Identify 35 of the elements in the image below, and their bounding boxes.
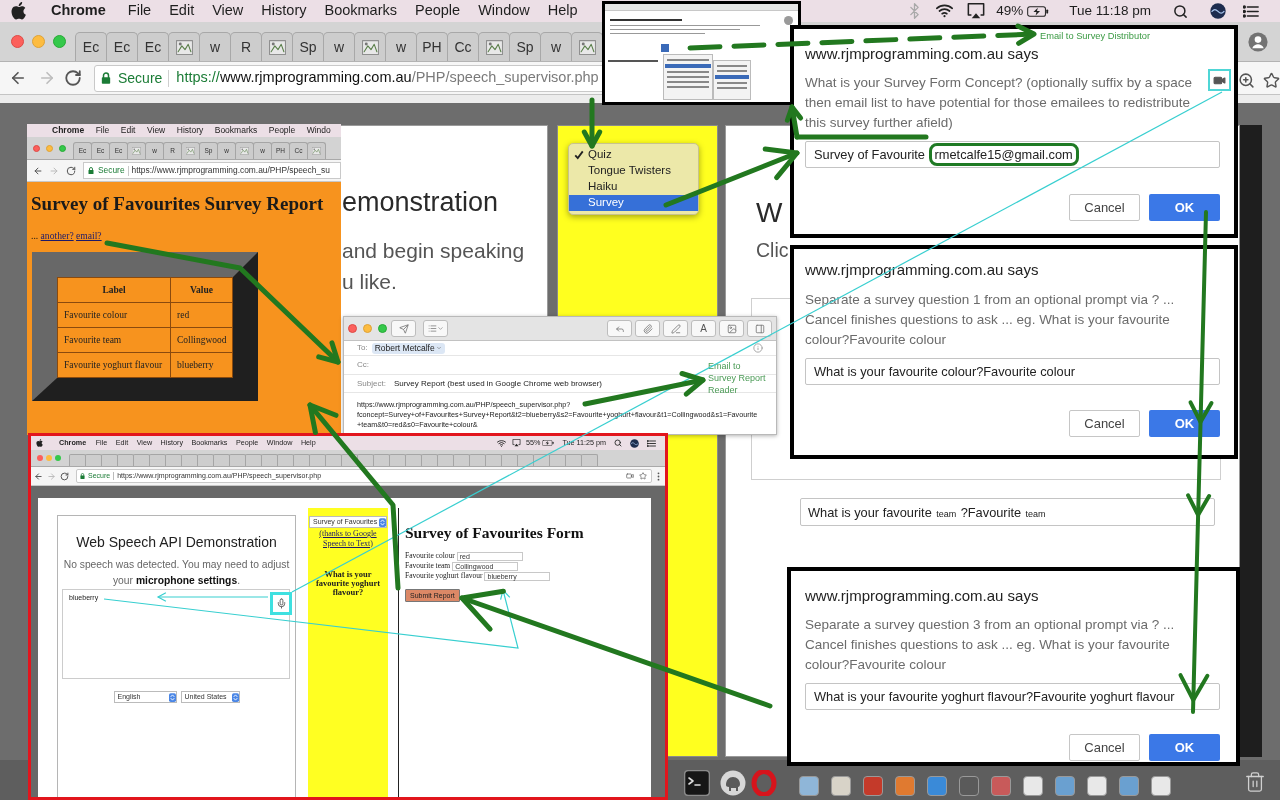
panel-text: Clic: [755, 238, 789, 262]
question-text: What is your favourite yoghurt flavour?: [315, 570, 381, 597]
form-title: Survey of Favourites Form: [405, 524, 585, 542]
panel-heading: emonstration: [342, 187, 500, 217]
highlighted-email: rmetcalfe15@gmail.com: [928, 143, 1079, 166]
table-cell: Favourite yoghurt flavour: [57, 352, 171, 378]
report-links-line: ... another? email?: [31, 230, 103, 242]
column-header: Label: [57, 277, 171, 303]
security-label: Secure: [118, 68, 163, 88]
status-message: No speech was detected. You may need to adjust your microphone settings.: [62, 558, 291, 588]
field-label: To:: [357, 342, 368, 354]
dialog-message: Separate a survey question 3 from an optional prompt via ? ... Cancel finishes questions to ask ... eg. What is your favourite colour?Favourite colour: [805, 616, 1176, 674]
field-label: Subject:: [357, 377, 386, 390]
panel-heading: Web Speech API Demonstration: [76, 534, 277, 551]
column-header: Value: [170, 277, 233, 303]
field-label: Cc:: [357, 359, 369, 371]
dialog-title: www.rjmprogramming.com.au says: [805, 45, 1040, 63]
clock: Tue 11:18 pm: [1069, 1, 1151, 20]
annotation-note: Email to Survey Distributor: [1040, 30, 1151, 42]
dialog-title: www.rjmprogramming.com.au says: [805, 587, 1040, 605]
panel-text: u like.: [342, 269, 398, 295]
panel-text: and begin speaking: [342, 238, 526, 264]
report-title: Survey of Favourites Survey Report: [31, 193, 325, 215]
panel-heading: W: [755, 197, 783, 229]
security-label: Secure: [98, 164, 125, 177]
table-cell: blueberry: [170, 352, 233, 378]
table-cell: Favourite team: [57, 327, 171, 353]
url-text: https://www.rjmprogramming.com.au/PHP/speech_su: [131, 164, 330, 177]
url-text: https://www.rjmprogramming.com.au/PHP/speech_supervisor.php: [176, 68, 599, 88]
dialog-message: What is your Survey Form Concept? (optionally suffix by a space then email list to have potential for those emailees to redistribute this survey further afield): [805, 74, 1193, 132]
table-cell: red: [170, 302, 233, 328]
table-cell: Collingwood: [170, 327, 233, 353]
subject-text: Survey Report (best used in Google Chrome web browser): [393, 377, 602, 390]
battery-percentage: 49%: [996, 1, 1024, 20]
table-cell: Favourite colour: [57, 302, 171, 328]
